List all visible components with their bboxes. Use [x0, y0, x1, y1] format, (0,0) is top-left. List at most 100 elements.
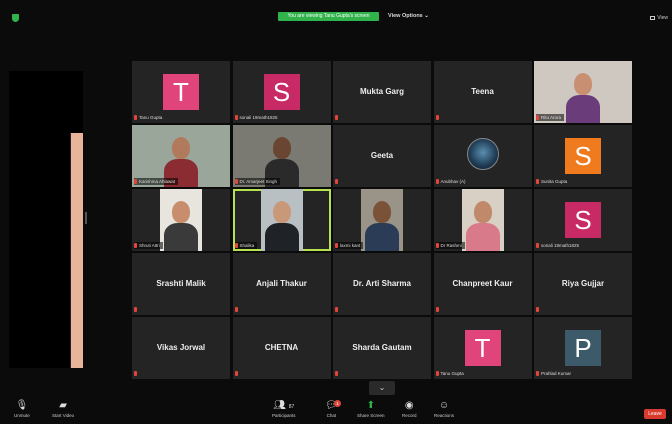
- muted-mic-icon: [134, 307, 137, 313]
- participant-name: Srashti Malik: [156, 279, 206, 288]
- view-options-menu[interactable]: View Options ⌄: [388, 12, 429, 21]
- unmute-label: Unmute: [14, 413, 30, 418]
- participant-name: CHETNA: [264, 343, 299, 352]
- start-video-button[interactable]: ▰ Start Video: [52, 399, 74, 419]
- muted-mic-icon: [536, 115, 539, 121]
- participant-tile[interactable]: Dr. Amarjeet Singh: [232, 125, 331, 187]
- participant-tile[interactable]: Sharda Gautam: [333, 317, 431, 379]
- chat-label: Chat: [326, 413, 337, 418]
- participant-avatar: T: [163, 74, 199, 110]
- participant-avatar: S: [565, 202, 601, 238]
- participant-tile[interactable]: Dr. Arti Sharma: [333, 253, 431, 315]
- participant-tile[interactable]: Anjali Thakur: [232, 253, 331, 315]
- participant-video: [461, 189, 504, 251]
- participant-tile[interactable]: Karishma Ahlawat: [132, 125, 230, 187]
- participant-label: sonali 19math1825: [234, 114, 281, 121]
- participant-tile[interactable]: Vikas Jorwal: [132, 317, 230, 379]
- participant-tile[interactable]: laxmi kant: [333, 189, 431, 251]
- participant-tile[interactable]: Anubhav (A): [433, 125, 532, 187]
- muted-mic-icon: [536, 371, 539, 377]
- muted-mic-icon: [435, 179, 439, 185]
- participant-tile[interactable]: Dr Rashmi: [433, 189, 532, 251]
- reactions-icon: ☺: [438, 400, 450, 411]
- muted-mic-icon: [335, 115, 338, 121]
- participant-tile[interactable]: S Sunita Gupta: [534, 125, 632, 187]
- participant-label-text: Sunita Gupta: [541, 179, 568, 184]
- top-bar: You are viewing Tanu Gupta's screen View…: [0, 0, 672, 40]
- video-off-icon: ▰: [59, 400, 67, 411]
- participant-label: sonali 19math1825: [536, 242, 582, 249]
- participant-tile[interactable]: Ssonali 19math1825: [232, 61, 331, 123]
- participant-tile[interactable]: Mukta Garg: [333, 61, 431, 123]
- participant-tile[interactable]: T Tanu Gupta: [433, 317, 532, 379]
- participant-label: Ritu Arora: [536, 114, 565, 121]
- participant-label: [134, 370, 142, 377]
- participant-name: Chanpreet Kaur: [452, 279, 513, 288]
- participant-name: Riya Gujjar: [561, 279, 605, 288]
- participant-name: Anjali Thakur: [256, 279, 307, 288]
- microphone-muted-icon: 🎙︎: [15, 400, 29, 411]
- grid-view-icon: [650, 15, 656, 20]
- muted-mic-icon: [134, 371, 137, 377]
- chevron-down-icon[interactable]: ⌄: [369, 381, 395, 395]
- share-screen-label: Share Screen: [357, 413, 385, 418]
- muted-mic-icon: [134, 115, 137, 121]
- panel-resize-handle[interactable]: [85, 212, 87, 224]
- participant-label: Tanu Gupta: [134, 114, 165, 121]
- participant-avatar: T: [464, 330, 501, 366]
- muted-mic-icon: [234, 179, 238, 185]
- reactions-button[interactable]: ☺ Reactions: [434, 399, 454, 419]
- participant-tile[interactable]: Riya Gujjar: [534, 253, 632, 315]
- muted-mic-icon: [435, 243, 439, 249]
- chat-badge: 1: [334, 400, 341, 407]
- profile-picture: [466, 138, 499, 170]
- participant-tile[interactable]: Shalika: [232, 189, 331, 251]
- participant-tile[interactable]: Geeta: [333, 125, 431, 187]
- participant-tile[interactable]: Srashti Malik: [132, 253, 230, 315]
- participant-name: Teena: [471, 87, 494, 96]
- participant-label: [335, 178, 343, 185]
- participant-tile[interactable]: P Prahlad Kumar: [534, 317, 632, 379]
- participant-label: Prahlad Kumar: [536, 370, 574, 377]
- leave-button[interactable]: Leave: [644, 409, 666, 419]
- viewing-banner: You are viewing Tanu Gupta's screen: [278, 12, 379, 21]
- participant-label-text: Anubhav (A): [440, 179, 466, 184]
- participant-tile[interactable]: Shruti Attri: [132, 189, 230, 251]
- muted-mic-icon: [134, 179, 137, 185]
- participant-tile[interactable]: CHETNA: [232, 317, 331, 379]
- participant-tile[interactable]: Ritu Arora: [534, 61, 632, 123]
- meeting-toolbar: 🎙︎ Unmute ▰ Start Video 👥︎ 87 Participan…: [0, 397, 672, 424]
- participant-label-text: Shruti Attri: [139, 243, 160, 248]
- record-icon: ◉: [404, 400, 414, 411]
- muted-mic-icon: [234, 243, 238, 249]
- participants-button[interactable]: 👥︎ 87 Participants: [272, 399, 296, 419]
- participant-label-text: Karishma Ahlawat: [139, 179, 176, 184]
- unmute-button[interactable]: 🎙︎ Unmute: [14, 399, 30, 419]
- participant-tile[interactable]: Ssonali 19math1825: [534, 189, 632, 251]
- muted-mic-icon: [435, 371, 439, 377]
- muted-mic-icon: [335, 307, 338, 313]
- participant-tile[interactable]: Teena: [433, 61, 532, 123]
- participant-tile[interactable]: T Tanu Gupta: [132, 61, 230, 123]
- muted-mic-icon: [536, 243, 539, 249]
- shield-icon[interactable]: [12, 14, 19, 22]
- muted-mic-icon: [234, 115, 238, 121]
- muted-mic-icon: [335, 371, 338, 377]
- participant-label: Shalika: [234, 242, 258, 249]
- record-label: Record: [402, 413, 417, 418]
- muted-mic-icon: [435, 307, 439, 313]
- participant-label-text: Tanu Gupta: [139, 115, 163, 120]
- view-button[interactable]: View: [650, 15, 668, 21]
- participant-tile[interactable]: Chanpreet Kaur: [433, 253, 532, 315]
- muted-mic-icon: [536, 179, 539, 185]
- shared-screen-content: [71, 133, 83, 368]
- participant-label: [234, 370, 243, 377]
- participant-label-text: Shalika: [239, 243, 255, 248]
- participant-label: Dr Rashmi: [435, 242, 465, 249]
- share-screen-button[interactable]: ⬆ Share Screen: [357, 399, 385, 419]
- participant-label-text: Ritu Arora: [541, 115, 562, 120]
- participant-label: Anubhav (A): [435, 178, 469, 185]
- reactions-label: Reactions: [434, 413, 455, 418]
- record-button[interactable]: ◉ Record: [402, 399, 417, 419]
- muted-mic-icon: [536, 307, 539, 313]
